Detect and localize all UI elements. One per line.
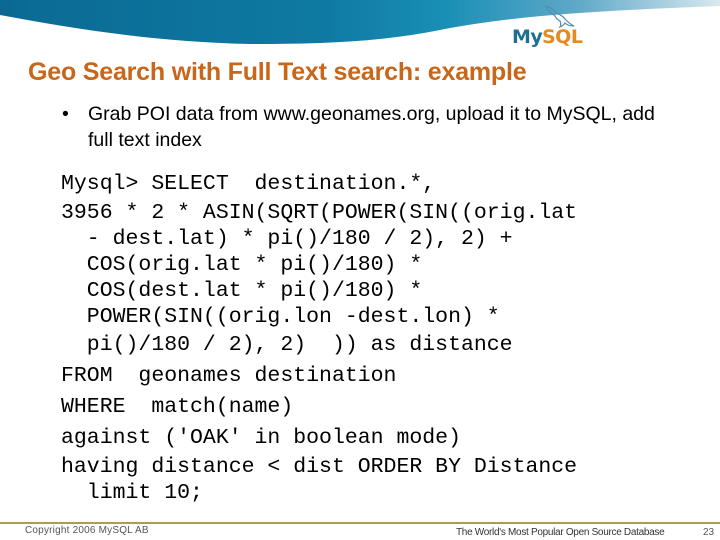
code-line: having distance < dist ORDER BY Distance [61,455,578,479]
sql-code-block: Mysql> SELECT destination.*, 3956 * 2 * … [61,169,577,506]
header-wave-banner [0,0,720,44]
page-number: 23 [703,527,715,538]
code-line: Mysql> SELECT destination.*, [61,172,436,196]
bullet-marker: • [62,103,69,125]
footer-divider [0,522,720,524]
logo-sql-text: SQL [542,26,583,48]
code-line: COS(orig.lat * pi()/180) * [61,253,423,277]
bullet-item: • Grab POI data from www.geonames.org, u… [62,101,682,153]
code-line: against ('OAK' in boolean mode) [61,426,461,450]
code-line: limit 10; [61,481,203,505]
code-line: 3956 * 2 * ASIN(SQRT(POWER(SIN((orig.lat [61,201,578,225]
footer-tagline: The World's Most Popular Open Source Dat… [456,527,665,538]
slide-title: Geo Search with Full Text search: exampl… [28,58,527,86]
mysql-logo: My SQL [508,4,588,50]
code-line: pi()/180 / 2), 2) )) as distance [61,333,513,357]
code-line: WHERE match(name) [61,395,294,419]
code-line: POWER(SIN((orig.lon -dest.lon) * [61,305,500,329]
code-line: COS(dest.lat * pi()/180) * [61,279,423,303]
code-line: FROM geonames destination [61,364,397,388]
footer-copyright: Copyright 2006 MySQL AB [25,525,149,536]
code-line: - dest.lat) * pi()/180 / 2), 2) + [61,227,513,251]
logo-my-text: My [512,26,543,48]
bullet-text: Grab POI data from www.geonames.org, upl… [88,103,655,151]
